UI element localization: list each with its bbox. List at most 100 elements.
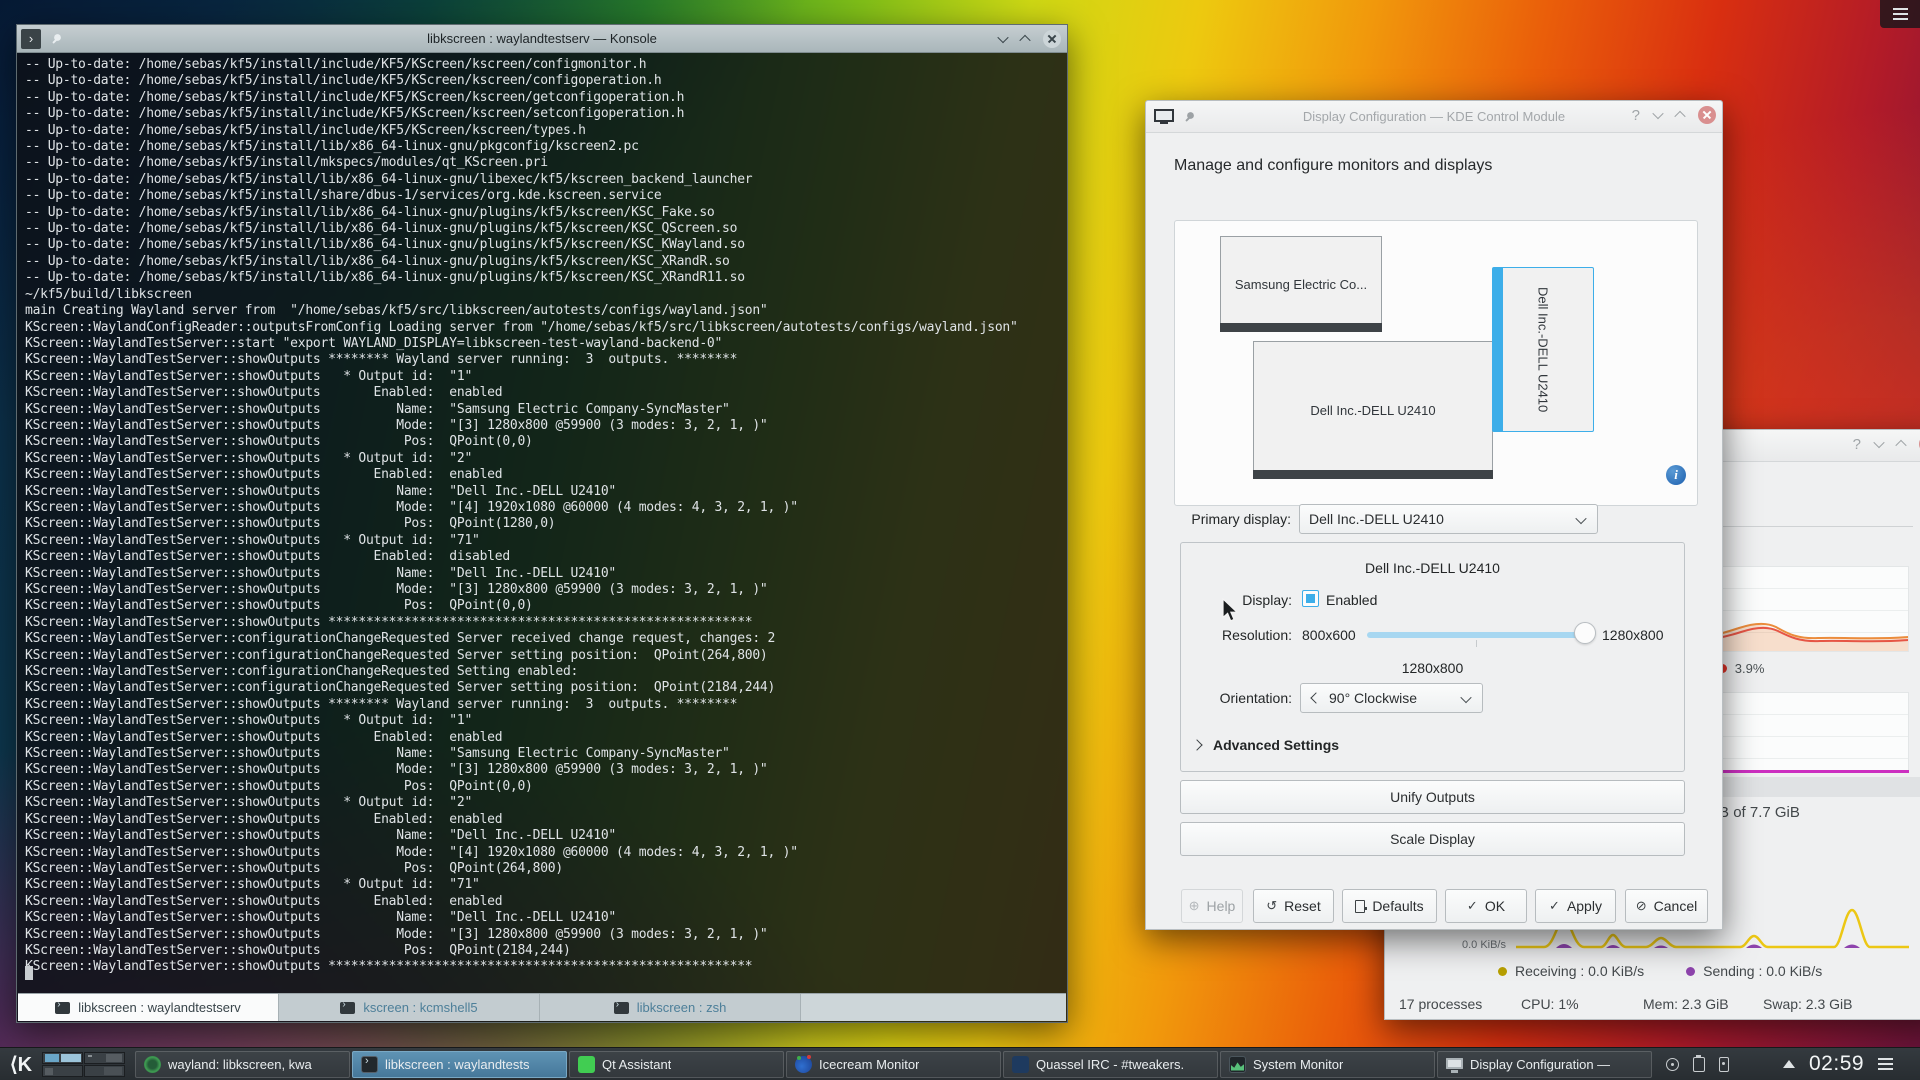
task-label: Quassel IRC - #tweakers. [1036,1057,1184,1072]
terminal-line: KScreen::WaylandConfigReader::outputsFro… [25,320,1066,336]
terminal-line: KScreen::WaylandTestServer::showOutputs … [25,582,1066,598]
network-legend: Receiving : 0.0 KiB/s Sending : 0.0 KiB/… [1498,963,1822,979]
desktop-toolbox[interactable] [1880,0,1920,28]
terminal-line: -- Up-to-date: /home/sebas/kf5/install/l… [25,237,1066,253]
terminal-line: KScreen::WaylandTestServer::configuratio… [25,631,1066,647]
terminal-line: KScreen::WaylandTestServer::showOutputs … [25,615,1066,631]
unify-outputs-button[interactable]: Unify Outputs [1180,780,1685,814]
pager-desktop-2[interactable] [84,1052,125,1064]
terminal-line: KScreen::WaylandTestServer::configuratio… [25,648,1066,664]
minimize-icon[interactable] [997,32,1008,43]
cancel-button[interactable]: ⊘Cancel [1625,889,1708,923]
monitor-stand [1253,470,1493,479]
taskbar[interactable]: ⟨K wayland: libkscreen, kwa libkscreen :… [0,1047,1920,1080]
rotate-icon [1310,692,1321,703]
primary-display-value: Dell Inc.-DELL U2410 [1309,511,1444,527]
taskbar-task[interactable]: Display Configuration — [1437,1051,1652,1078]
process-count: 17 processes [1399,996,1521,1012]
maximize-icon[interactable] [1019,35,1030,46]
minimize-icon[interactable] [1652,108,1663,119]
apply-button[interactable]: ✓Apply [1535,889,1616,923]
konsole-titlebar[interactable]: › libkscreen : waylandtestserv — Konsole [17,25,1067,53]
terminal-line: KScreen::WaylandTestServer::showOutputs … [25,845,1066,861]
close-icon[interactable] [1043,30,1061,48]
system-tray [1666,1057,1729,1072]
terminal-line: -- Up-to-date: /home/sebas/kf5/install/l… [25,254,1066,270]
scale-display-button[interactable]: Scale Display [1180,822,1685,856]
terminal-tab[interactable]: kscreen : kcmshell5 [279,994,540,1021]
window-icon [1154,109,1174,125]
pin-icon[interactable] [1182,110,1196,124]
info-icon[interactable]: i [1666,465,1686,485]
reset-button[interactable]: ↺Reset [1253,889,1334,923]
monitor-dell-rotated[interactable]: Dell Inc.-DELL U2410 [1492,267,1594,432]
taskbar-task[interactable]: System Monitor [1220,1051,1435,1078]
terminal-line: KScreen::WaylandTestServer::showOutputs … [25,549,1066,565]
terminal-line: -- Up-to-date: /home/sebas/kf5/install/l… [25,270,1066,286]
terminal-line: KScreen::WaylandTestServer::showOutputs … [25,877,1066,893]
taskbar-task[interactable]: Icecream Monitor [786,1051,1001,1078]
task-label: Display Configuration — [1470,1057,1610,1072]
clock[interactable]: 02:59 [1809,1052,1864,1076]
terminal-tab[interactable]: libkscreen : waylandtestserv [18,994,279,1021]
pager-desktop-3[interactable] [42,1065,83,1077]
pin-icon[interactable] [49,32,63,46]
minimize-icon[interactable] [1873,437,1884,448]
pager-desktop-4[interactable] [84,1065,125,1077]
taskbar-task[interactable]: Quassel IRC - #tweakers. [1003,1051,1218,1078]
resolution-slider-handle[interactable] [1574,622,1596,644]
kcm-titlebar[interactable]: Display Configuration — KDE Control Modu… [1146,101,1722,133]
terminal-line: KScreen::WaylandTestServer::showOutputs … [25,812,1066,828]
taskbar-task[interactable]: Qt Assistant [569,1051,784,1078]
terminal-line: KScreen::WaylandTestServer::showOutputs … [25,943,1066,959]
taskbar-task[interactable]: libkscreen : waylandtests [352,1051,567,1078]
resolution-min: 800x600 [1302,627,1356,643]
pager-desktop-1[interactable] [42,1052,83,1064]
primary-display-select[interactable]: Dell Inc.-DELL U2410 [1299,504,1598,534]
terminal-line: KScreen::WaylandTestServer::showOutputs … [25,369,1066,385]
desktop: ? 0% 3.9% 2.3 GiB of 7.7 GiB 0.0 KiB/s [0,0,1920,1080]
terminal-line: KScreen::WaylandTestServer::showOutputs … [25,385,1066,401]
slider-tick [1476,640,1477,647]
help-icon[interactable]: ? [1853,436,1861,453]
terminal-icon [55,1002,70,1014]
terminal-output[interactable]: -- Up-to-date: /home/sebas/kf5/install/i… [18,53,1066,993]
app-menu-icon[interactable]: › [21,29,41,49]
clipboard-icon[interactable] [1693,1057,1705,1072]
app-launcher-icon[interactable]: ⟨K [8,1051,34,1077]
ok-button[interactable]: ✓OK [1445,889,1527,923]
monitor-dell-primary[interactable]: Dell Inc.-DELL U2410 [1253,341,1493,479]
help-button[interactable]: ⊕Help [1181,889,1243,923]
konsole-window[interactable]: › libkscreen : waylandtestserv — Konsole… [16,24,1068,1023]
tray-expand-icon[interactable] [1783,1060,1795,1068]
terminal-tab[interactable]: libkscreen : zsh [540,994,801,1021]
virtual-desktop-pager[interactable] [42,1052,125,1077]
orientation-select[interactable]: 90° Clockwise [1300,683,1483,713]
task-label: System Monitor [1253,1057,1343,1072]
task-label: wayland: libkscreen, kwa [168,1057,312,1072]
task-icon [1012,1056,1029,1073]
terminal-line: KScreen::WaylandTestServer::showOutputs … [25,451,1066,467]
terminal-line: -- Up-to-date: /home/sebas/kf5/install/s… [25,188,1066,204]
terminal-line: KScreen::WaylandTestServer::showOutputs … [25,713,1066,729]
advanced-settings-toggle[interactable]: Advanced Settings [1193,737,1339,753]
monitor-samsung[interactable]: Samsung Electric Co... [1220,236,1382,332]
help-icon[interactable]: ? [1632,107,1640,124]
panel-menu-icon[interactable] [1878,1058,1893,1070]
konsole-tabbar[interactable]: libkscreen : waylandtestserv kscreen : k… [18,993,1066,1021]
device-notifier-icon[interactable] [1719,1057,1729,1072]
terminal-line: KScreen::WaylandTestServer::showOutputs … [25,959,1066,975]
enabled-checkbox[interactable] [1302,590,1319,607]
window-title: libkscreen : waylandtestserv — Konsole [17,31,1067,46]
terminal-line: KScreen::WaylandTestServer::showOutputs … [25,467,1066,483]
volume-icon[interactable] [1666,1058,1679,1071]
resolution-slider-track[interactable] [1367,632,1585,638]
group-title: Dell Inc.-DELL U2410 [1181,560,1684,576]
maximize-icon[interactable] [1674,111,1685,122]
defaults-button[interactable]: Defaults [1342,889,1437,923]
display-config-window[interactable]: Display Configuration — KDE Control Modu… [1145,100,1723,930]
terminal-line: KScreen::WaylandTestServer::showOutputs … [25,418,1066,434]
close-icon[interactable] [1698,106,1716,124]
taskbar-task[interactable]: wayland: libkscreen, kwa [135,1051,350,1078]
maximize-icon[interactable] [1895,440,1906,451]
